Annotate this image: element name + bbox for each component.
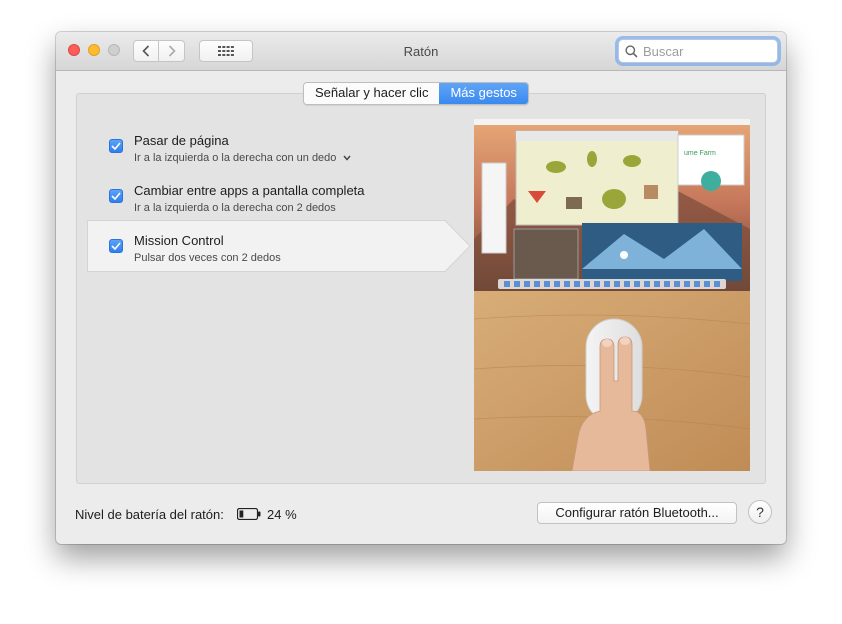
gesture-row-mission-control[interactable]: Mission Control Pulsar dos veces con 2 d…: [89, 233, 469, 289]
gesture-title: Mission Control: [134, 233, 224, 248]
configure-bluetooth-mouse-button[interactable]: Configurar ratón Bluetooth...: [537, 502, 737, 524]
gesture-row-cambiar-apps[interactable]: Cambiar entre apps a pantalla completa I…: [89, 183, 469, 239]
battery-label: Nivel de batería del ratón:: [75, 507, 224, 522]
gesture-subtitle[interactable]: Ir a la izquierda o la derecha con un de…: [134, 152, 352, 164]
battery-percent: 24 %: [267, 507, 297, 522]
tab-mas-gestos[interactable]: Más gestos: [439, 83, 528, 104]
checkbox-mission-control[interactable]: [109, 239, 123, 253]
search-input[interactable]: [641, 42, 765, 60]
gesture-title: Cambiar entre apps a pantalla completa: [134, 183, 365, 198]
preview-illustration: ume Farm: [474, 119, 750, 471]
settings-panel: Pasar de página Ir a la izquierda o la d…: [76, 93, 766, 484]
gesture-preview-video: ume Farm: [474, 119, 750, 471]
help-button[interactable]: ?: [748, 500, 772, 524]
gesture-subtitle-text: Ir a la izquierda o la derecha con un de…: [134, 152, 337, 164]
titlebar: Ratón: [56, 32, 786, 71]
gesture-subtitle: Pulsar dos veces con 2 dedos: [134, 252, 281, 264]
tab-control: Señalar y hacer clic Más gestos: [303, 82, 529, 105]
checkmark-icon: [111, 142, 121, 150]
preferences-window: Ratón Pasar de página Ir a la izquierda …: [56, 32, 786, 544]
checkbox-cambiar-apps[interactable]: [109, 189, 123, 203]
checkbox-pasar-pagina[interactable]: [109, 139, 123, 153]
chevron-down-icon[interactable]: [343, 155, 352, 161]
tab-senalar-y-hacer-clic[interactable]: Señalar y hacer clic: [304, 83, 440, 104]
checkmark-icon: [111, 192, 121, 200]
preview-app-text: ume Farm: [684, 150, 716, 157]
search-field[interactable]: [618, 39, 778, 63]
search-icon: [625, 44, 638, 58]
battery-icon: [237, 508, 261, 520]
gesture-row-pasar-pagina[interactable]: Pasar de página Ir a la izquierda o la d…: [89, 133, 469, 189]
checkmark-icon: [111, 242, 121, 250]
gesture-title: Pasar de página: [134, 133, 229, 148]
gesture-subtitle: Ir a la izquierda o la derecha con 2 ded…: [134, 202, 336, 214]
